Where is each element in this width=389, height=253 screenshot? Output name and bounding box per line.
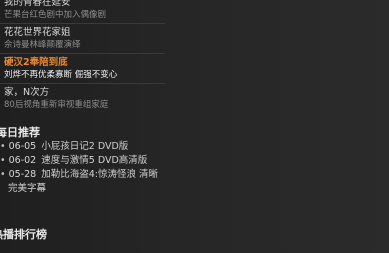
content-panel: 我的青春在延安 芒果台红色剧中加入偶像剧 花花世界花家姐 佘诗曼林峰颠覆演绎 硬…	[0, 0, 389, 253]
list-item-active[interactable]: 硬汉2奉陪到底 刘烨不再优柔寡断 倔强不变心	[0, 57, 170, 81]
recommend-date: 06-05	[8, 141, 37, 152]
recommend-link[interactable]: 速度与激情5 DVD高清版	[41, 155, 147, 166]
bullet-icon: •	[0, 155, 6, 166]
list-item-subtitle: 佘诗曼林峰颠覆演绎	[4, 40, 81, 50]
divider	[0, 83, 165, 84]
recommend-item[interactable]: • 05-28 加勒比海盗4:惊涛怪浪 清晰	[0, 168, 200, 182]
divider	[0, 23, 165, 24]
divider	[0, 53, 165, 54]
hot-ranking-heading: 热播排行榜	[0, 228, 47, 241]
daily-recommend-list: • 06-05 小屁孩日记2 DVD版 • 06-02 速度与激情5 DVD高清版 …	[0, 140, 200, 196]
daily-recommend-heading: 每日推荐	[0, 126, 40, 139]
list-item[interactable]: 家，N次方 80后视角重新审视重组家庭	[0, 87, 170, 111]
list-item[interactable]: 花花世界花家姐 佘诗曼林峰颠覆演绎	[0, 27, 170, 51]
list-item-title[interactable]: 硬汉2奉陪到底	[4, 57, 170, 69]
recommend-item[interactable]: • 06-05 小屁孩日记2 DVD版	[0, 140, 200, 154]
recommend-item-continuation[interactable]: 完美字幕	[0, 182, 200, 196]
list-item-subtitle: 芒果台红色剧中加入偶像剧	[4, 10, 107, 20]
list-item-subtitle: 80后视角重新审视重组家庭	[4, 100, 109, 110]
recommend-date: 06-02	[8, 155, 37, 166]
feature-list: 我的青春在延安 芒果台红色剧中加入偶像剧 花花世界花家姐 佘诗曼林峰颠覆演绎 硬…	[0, 0, 170, 111]
bullet-icon: •	[0, 141, 6, 152]
recommend-date: 05-28	[8, 169, 37, 180]
list-item-title[interactable]: 家，N次方	[4, 87, 170, 99]
list-item[interactable]: 我的青春在延安 芒果台红色剧中加入偶像剧	[0, 0, 170, 21]
recommend-item[interactable]: • 06-02 速度与激情5 DVD高清版	[0, 154, 200, 168]
list-item-title[interactable]: 我的青春在延安	[4, 0, 170, 9]
recommend-link[interactable]: 加勒比海盗4:惊涛怪浪 清晰	[41, 169, 158, 180]
bullet-icon: •	[0, 169, 6, 180]
list-item-title[interactable]: 花花世界花家姐	[4, 27, 170, 39]
recommend-link[interactable]: 小屁孩日记2 DVD版	[41, 141, 128, 152]
list-item-subtitle: 刘烨不再优柔寡断 倔强不变心	[4, 70, 118, 80]
